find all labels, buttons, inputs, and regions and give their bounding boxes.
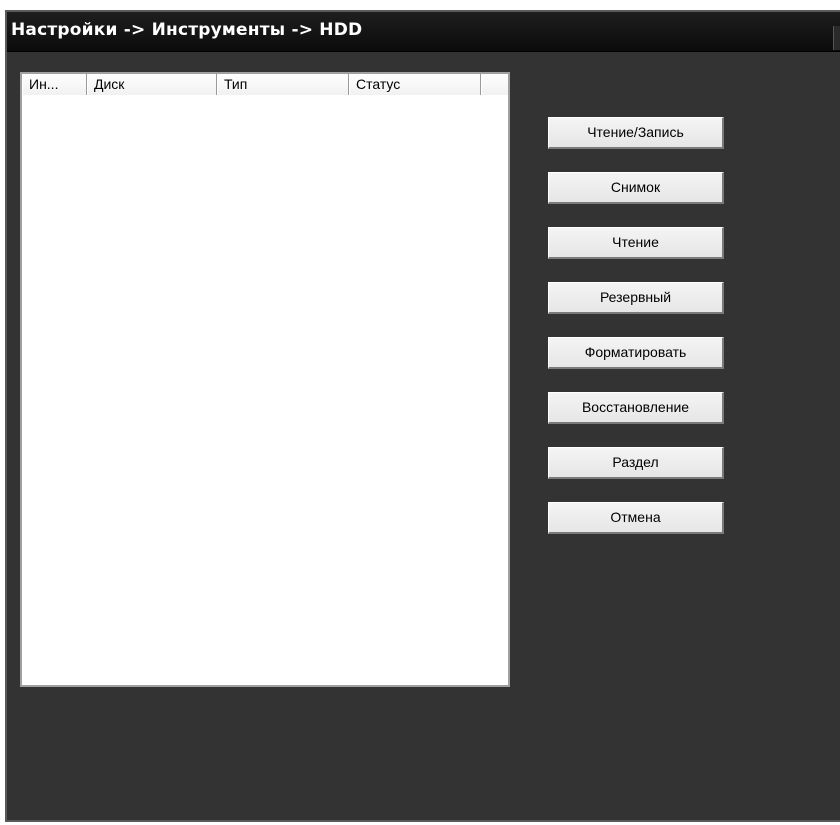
snapshot-button[interactable]: Снимок — [548, 172, 724, 204]
title-bar-edge — [833, 26, 840, 50]
column-header-index[interactable]: Ин... — [22, 74, 87, 95]
partition-button[interactable]: Раздел — [548, 447, 724, 479]
column-header-disk[interactable]: Диск — [87, 74, 217, 95]
read-only-button[interactable]: Чтение — [548, 227, 724, 259]
format-button[interactable]: Форматировать — [548, 337, 724, 369]
table-body[interactable] — [22, 96, 508, 685]
disk-list-table[interactable]: Ин... Диск Тип Статус — [20, 72, 510, 687]
column-header-extra[interactable] — [481, 74, 508, 95]
column-header-status[interactable]: Статус — [349, 74, 481, 95]
window-title: Настройки -> Инструменты -> HDD — [11, 20, 363, 40]
cancel-button[interactable]: Отмена — [548, 502, 724, 534]
table-header: Ин... Диск Тип Статус — [22, 74, 508, 97]
column-header-type[interactable]: Тип — [217, 74, 349, 95]
title-bar: Настройки -> Инструменты -> HDD — [7, 12, 840, 52]
redundant-button[interactable]: Резервный — [548, 282, 724, 314]
recover-button[interactable]: Восстановление — [548, 392, 724, 424]
read-write-button[interactable]: Чтение/Запись — [548, 117, 724, 149]
